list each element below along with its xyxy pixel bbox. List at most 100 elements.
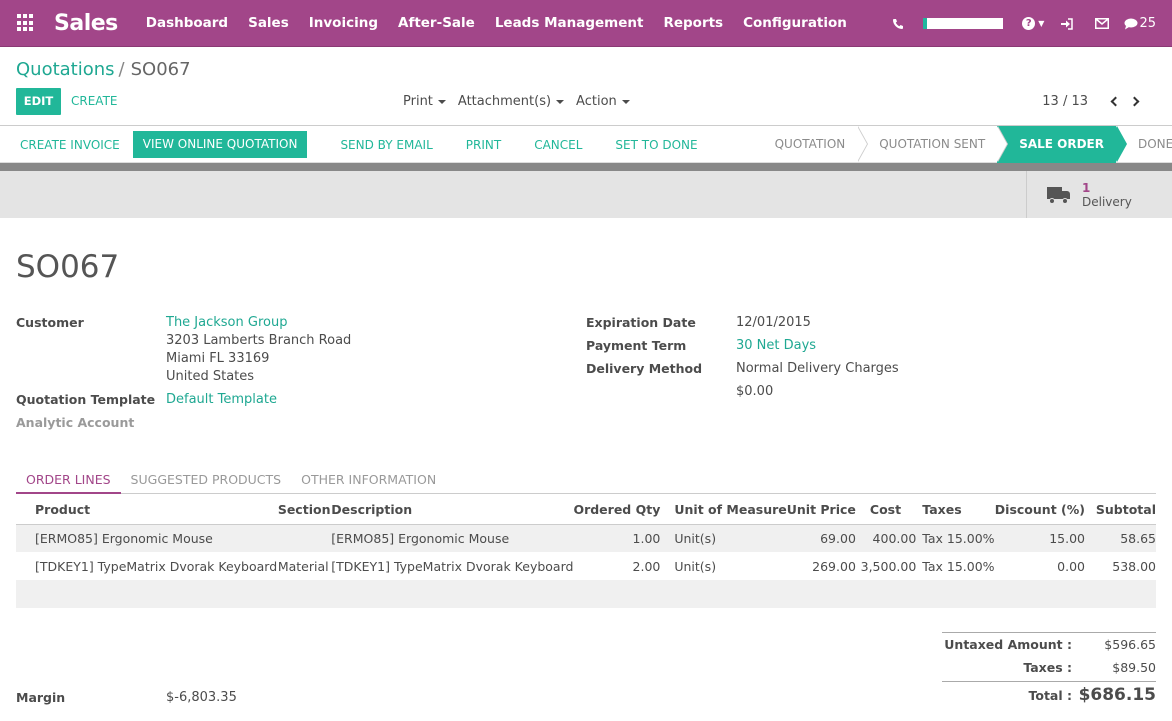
top-navbar: Sales Dashboard Sales Invoicing After-Sa… xyxy=(0,0,1172,47)
customer-link[interactable]: The Jackson Group xyxy=(166,315,287,330)
col-cost[interactable]: Cost xyxy=(860,495,916,524)
menu-sales[interactable]: Sales xyxy=(248,15,289,31)
payment-term-link[interactable]: 30 Net Days xyxy=(736,338,816,353)
analytic-account-label: Analytic Account xyxy=(16,415,134,430)
cell-section: Material xyxy=(278,552,331,580)
chat-count[interactable]: 25 xyxy=(1139,16,1156,31)
cancel-button[interactable]: CANCEL xyxy=(524,138,582,152)
add-line-row[interactable] xyxy=(16,580,1156,608)
pager-next-button[interactable] xyxy=(1128,94,1144,110)
col-subtotal[interactable]: Subtotal xyxy=(1095,495,1156,524)
breadcrumb-quotations[interactable]: Quotations xyxy=(16,59,115,80)
menu-configuration[interactable]: Configuration xyxy=(743,15,847,31)
cell-unit-price: 69.00 xyxy=(787,524,860,552)
col-product[interactable]: Product xyxy=(16,495,278,524)
col-unit-of-measure[interactable]: Unit of Measure xyxy=(670,495,786,524)
help-icon[interactable]: ? xyxy=(1022,17,1035,30)
pager: 13 / 13 xyxy=(1042,88,1144,115)
tab-order-lines[interactable]: ORDER LINES xyxy=(16,466,121,494)
create-invoice-button[interactable]: CREATE INVOICE xyxy=(10,138,120,152)
tab-other-information[interactable]: OTHER INFORMATION xyxy=(291,466,446,493)
notebook-tabs: ORDER LINES SUGGESTED PRODUCTS OTHER INF… xyxy=(16,466,1156,494)
col-discount[interactable]: Discount (%) xyxy=(995,495,1095,524)
total-row: Total : $686.15 xyxy=(942,688,1156,708)
status-quotation[interactable]: QUOTATION xyxy=(760,126,858,163)
quotation-template-link[interactable]: Default Template xyxy=(166,392,277,407)
action-dropdown[interactable]: Action xyxy=(576,94,630,109)
button-box-area xyxy=(0,171,1172,218)
systray: ? ▼ 25 xyxy=(892,0,1172,47)
voip-widget[interactable] xyxy=(923,18,1003,29)
cell-product: [TDKEY1] TypeMatrix Dvorak Keyboard xyxy=(16,552,278,580)
totals-separator-bottom xyxy=(942,681,1156,682)
caret-down-icon xyxy=(556,100,564,104)
status-sale-order[interactable]: SALE ORDER xyxy=(997,126,1116,163)
breadcrumb: Quotations/SO067 xyxy=(16,59,191,80)
menu-reports[interactable]: Reports xyxy=(663,15,723,31)
order-title: SO067 xyxy=(16,249,119,285)
taxes-row: Taxes : $89.50 xyxy=(942,660,1156,680)
menu-after-sale[interactable]: After-Sale xyxy=(398,15,475,31)
delivery-method-value: Normal Delivery Charges xyxy=(736,361,899,376)
delivery-smart-button[interactable]: 1 Delivery xyxy=(1026,171,1172,218)
cell-description: [TDKEY1] TypeMatrix Dvorak Keyboard xyxy=(331,552,573,580)
col-unit-price[interactable]: Unit Price xyxy=(787,495,860,524)
pager-value[interactable]: 13 / 13 xyxy=(1042,94,1088,109)
create-button[interactable]: CREATE xyxy=(71,88,118,115)
menu-leads-management[interactable]: Leads Management xyxy=(495,15,644,31)
col-ordered-qty[interactable]: Ordered Qty xyxy=(573,495,670,524)
edit-button[interactable]: EDIT xyxy=(16,88,61,115)
taxes-value: $89.50 xyxy=(1112,660,1156,675)
total-label: Total : xyxy=(1029,688,1073,703)
col-taxes[interactable]: Taxes xyxy=(916,495,995,524)
mail-icon[interactable] xyxy=(1095,18,1109,29)
status-quotation-sent[interactable]: QUOTATION SENT xyxy=(857,126,997,163)
untaxed-amount-label: Untaxed Amount : xyxy=(944,637,1072,652)
margin-value: $-6,803.35 xyxy=(166,690,237,705)
tab-suggested-products[interactable]: SUGGESTED PRODUCTS xyxy=(121,466,292,493)
help-caret-icon[interactable]: ▼ xyxy=(1038,19,1044,28)
untaxed-amount-row: Untaxed Amount : $596.65 xyxy=(942,637,1156,657)
table-row[interactable]: [ERMO85] Ergonomic Mouse [ERMO85] Ergono… xyxy=(16,524,1156,552)
cell-discount: 15.00 xyxy=(995,524,1095,552)
delivery-label: Delivery xyxy=(1082,195,1132,209)
menu-invoicing[interactable]: Invoicing xyxy=(309,15,378,31)
chevron-left-icon xyxy=(1111,97,1121,107)
set-to-done-button[interactable]: SET TO DONE xyxy=(605,138,697,152)
apps-grid-icon[interactable] xyxy=(17,14,35,32)
untaxed-amount-value: $596.65 xyxy=(1104,637,1156,652)
pager-previous-button[interactable] xyxy=(1106,94,1122,110)
table-row[interactable]: [TDKEY1] TypeMatrix Dvorak Keyboard Mate… xyxy=(16,552,1156,580)
cell-cost: 3,500.00 xyxy=(860,552,916,580)
margin-label: Margin xyxy=(16,690,65,705)
print-dropdown[interactable]: Print xyxy=(403,94,446,109)
breadcrumb-separator: / xyxy=(119,59,125,80)
customer-address-city: Miami FL 33169 xyxy=(166,351,269,366)
cell-subtotal: 538.00 xyxy=(1095,552,1156,580)
col-section[interactable]: Section xyxy=(278,495,331,524)
chevron-right-icon xyxy=(1130,97,1140,107)
sidebar-dropdowns: Print Attachment(s) Action xyxy=(403,88,642,115)
quotation-template-label: Quotation Template xyxy=(16,392,155,407)
payment-term-label: Payment Term xyxy=(586,338,686,353)
totals-separator-top xyxy=(942,632,1156,633)
sign-in-icon[interactable] xyxy=(1060,18,1073,30)
statusbar-actions: CREATE INVOICE VIEW ONLINE QUOTATION SEN… xyxy=(16,131,721,158)
top-menu: Dashboard Sales Invoicing After-Sale Lea… xyxy=(146,15,867,31)
delivery-count: 1 xyxy=(1082,181,1132,195)
total-value: $686.15 xyxy=(1079,685,1156,705)
empty-cell xyxy=(16,580,1156,608)
cell-ordered-qty: 2.00 xyxy=(573,552,670,580)
attachments-dropdown-label: Attachment(s) xyxy=(458,94,551,109)
send-by-email-button[interactable]: SEND BY EMAIL xyxy=(330,138,432,152)
menu-dashboard[interactable]: Dashboard xyxy=(146,15,228,31)
view-online-quotation-button[interactable]: VIEW ONLINE QUOTATION xyxy=(133,131,308,158)
col-description[interactable]: Description xyxy=(331,495,573,524)
phone-icon[interactable] xyxy=(892,18,904,30)
chat-icon[interactable] xyxy=(1124,18,1138,30)
print-button[interactable]: PRINT xyxy=(456,138,501,152)
customer-address-country: United States xyxy=(166,369,254,384)
taxes-label: Taxes : xyxy=(1023,660,1072,675)
attachments-dropdown[interactable]: Attachment(s) xyxy=(458,94,564,109)
cell-section xyxy=(278,524,331,552)
